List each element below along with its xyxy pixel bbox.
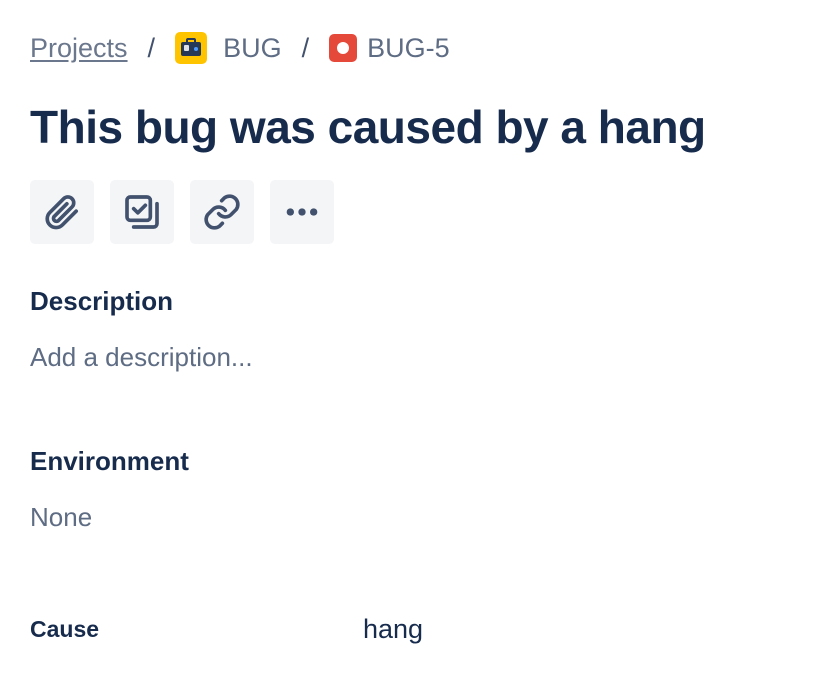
link-issue-button[interactable] — [190, 180, 254, 244]
breadcrumb-projects-link[interactable]: Projects — [30, 33, 128, 64]
breadcrumb-separator: / — [147, 32, 156, 63]
description-heading: Description — [30, 286, 174, 316]
issue-toolbar — [30, 180, 334, 244]
more-actions-button[interactable] — [270, 180, 334, 244]
attach-button[interactable] — [30, 180, 94, 244]
breadcrumb-project-link[interactable]: BUG — [223, 33, 282, 64]
issue-title[interactable]: This bug was caused by a hang — [30, 100, 706, 154]
subtask-icon — [125, 195, 159, 229]
breadcrumb-issue-key[interactable]: BUG-5 — [367, 33, 450, 64]
cause-value[interactable]: hang — [363, 614, 423, 645]
link-icon — [204, 194, 240, 230]
description-field[interactable]: Add a description... — [30, 342, 253, 373]
briefcase-icon[interactable] — [175, 32, 208, 64]
create-subtask-button[interactable] — [110, 180, 174, 244]
paperclip-icon — [45, 195, 78, 230]
bug-icon[interactable] — [329, 34, 358, 62]
cause-label: Cause — [30, 616, 100, 642]
breadcrumb: Projects / BUG / BUG-5 — [30, 30, 450, 66]
cause-field-row: Cause hang — [30, 614, 810, 648]
environment-heading: Environment — [30, 446, 189, 476]
breadcrumb-separator: / — [301, 32, 310, 63]
more-horizontal-icon — [286, 208, 318, 216]
environment-field[interactable]: None — [30, 502, 92, 533]
